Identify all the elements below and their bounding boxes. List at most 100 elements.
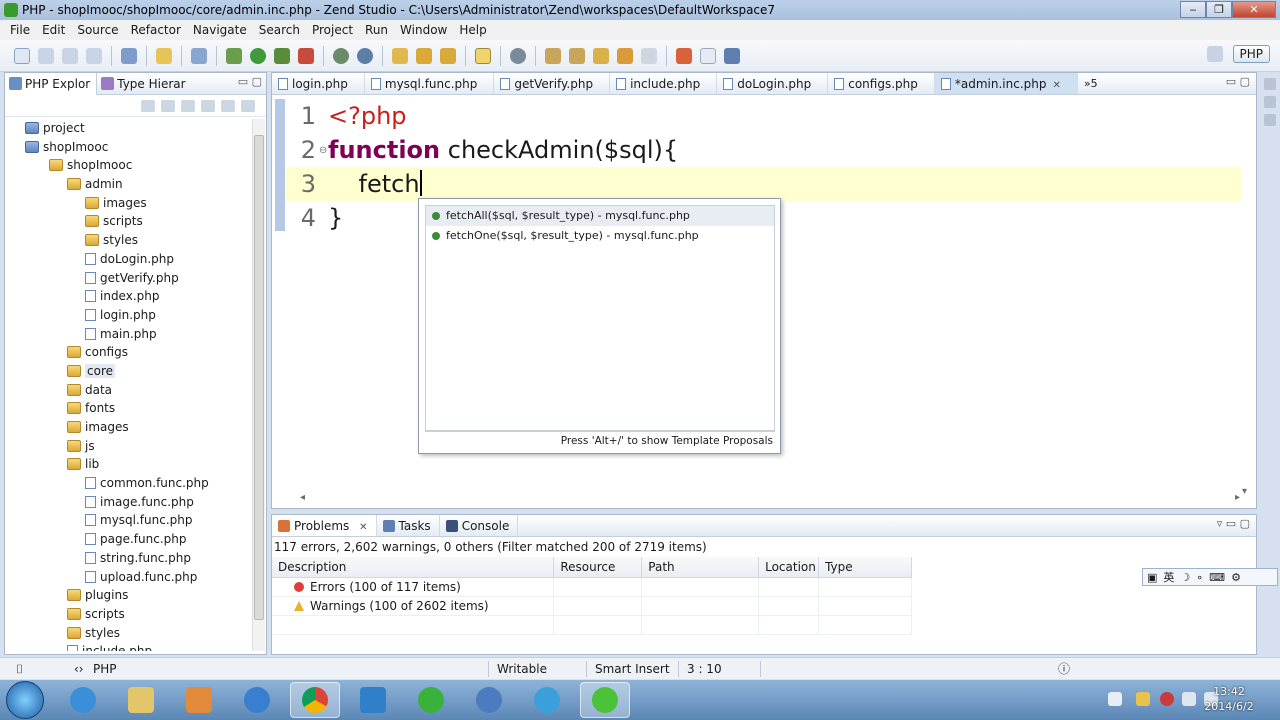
tree-item[interactable]: getVerify.php — [5, 269, 254, 288]
external-tools-icon[interactable] — [298, 47, 314, 64]
sphere-icon[interactable] — [510, 47, 526, 64]
editor-tab-active[interactable]: *admin.inc.php ✕ — [934, 73, 1078, 94]
tree-item[interactable]: fonts — [5, 399, 254, 418]
print-icon[interactable] — [86, 47, 102, 64]
task-list-icon[interactable] — [1264, 96, 1276, 108]
taskbar-media[interactable] — [174, 682, 224, 718]
open-file-icon[interactable] — [416, 47, 432, 64]
editor-minmax-icon[interactable]: ▭ ▢ — [1226, 75, 1250, 88]
close-tab-icon[interactable]: ✕ — [359, 522, 367, 533]
pencil-icon[interactable] — [440, 47, 456, 64]
outline-icon[interactable] — [1264, 78, 1276, 90]
column-resource[interactable]: Resource — [553, 557, 643, 578]
update-icon[interactable]: ⓘ — [1058, 658, 1070, 680]
tree-item[interactable]: common.func.php — [5, 474, 254, 493]
forward-arrow-icon[interactable] — [641, 47, 657, 64]
maximize-button[interactable]: ❐ — [1206, 1, 1232, 18]
editor-tab[interactable]: include.php — [610, 73, 718, 94]
ime-settings-icon[interactable]: ⚙ — [1231, 571, 1241, 584]
problems-view-menu-icon[interactable]: ▿ ▭ ▢ — [1217, 517, 1250, 530]
tools-icon[interactable] — [676, 47, 692, 64]
tree-item[interactable]: project — [5, 119, 254, 138]
tray-shield-icon[interactable] — [1136, 692, 1150, 706]
taskbar-globe-app[interactable] — [464, 682, 514, 718]
tree-item[interactable]: shopImooc — [5, 138, 254, 157]
tray-clock[interactable]: 13:42 2014/6/2 — [1204, 684, 1254, 714]
scroll-left-icon[interactable]: ◂ — [300, 492, 305, 503]
window-icon[interactable] — [700, 47, 716, 64]
profile-icon[interactable] — [274, 47, 290, 64]
tree-item[interactable]: doLogin.php — [5, 250, 254, 269]
tree-item[interactable]: lib — [5, 455, 254, 474]
restore-icon[interactable] — [1264, 114, 1276, 126]
new-icon[interactable] — [14, 47, 30, 64]
editor-tab[interactable]: login.php — [272, 73, 365, 94]
tab-tasks[interactable]: Tasks — [377, 515, 440, 536]
tree-item[interactable]: index.php — [5, 287, 254, 306]
explorer-scrollbar[interactable] — [252, 119, 265, 651]
tree-item[interactable]: configs — [5, 343, 254, 362]
tree-item[interactable]: core — [5, 362, 254, 381]
start-button[interactable] — [6, 681, 44, 719]
editor-horizontal-scrollbar[interactable]: ◂ ▸ — [300, 492, 1240, 506]
taskbar-chrome[interactable] — [290, 682, 340, 718]
mark-occurrences-icon[interactable] — [475, 47, 491, 64]
back-icon[interactable] — [141, 99, 155, 112]
table-row[interactable]: Warnings (100 of 2602 items) — [272, 596, 912, 616]
save-icon[interactable] — [38, 47, 54, 64]
tree-item[interactable]: data — [5, 381, 254, 400]
taskbar-green-app[interactable] — [406, 682, 456, 718]
tree-item[interactable]: styles — [5, 624, 254, 643]
tab-php-explorer[interactable]: PHP Explor — [5, 72, 98, 95]
explorer-scroll-thumb[interactable] — [254, 135, 264, 620]
explorer-minmax-icon[interactable]: ▭ ▢ — [238, 75, 262, 88]
menu-file[interactable]: File — [4, 23, 36, 37]
breadcrumb[interactable]: PHP — [93, 658, 117, 680]
proposal-item[interactable]: fetchAll($sql, $result_type) - mysql.fun… — [426, 206, 774, 226]
php-perspective-button[interactable]: PHP — [1232, 45, 1270, 63]
tree-item[interactable]: page.func.php — [5, 530, 254, 549]
taskbar-ie[interactable] — [58, 682, 108, 718]
tree-item[interactable]: images — [5, 194, 254, 213]
tree-item[interactable]: scripts — [5, 605, 254, 624]
tree-item[interactable]: admin — [5, 175, 254, 194]
globe-icon[interactable] — [357, 47, 373, 64]
tray-network-icon[interactable] — [1182, 692, 1196, 706]
column-type[interactable]: Type — [818, 557, 912, 578]
tree-item[interactable]: mysql.func.php — [5, 511, 254, 530]
editor-tab[interactable]: mysql.func.php — [365, 73, 495, 94]
menu-help[interactable]: Help — [453, 23, 492, 37]
ime-moon-icon[interactable]: ☽ — [1180, 571, 1190, 584]
close-tab-icon[interactable]: ✕ — [1052, 80, 1060, 91]
tab-type-hierarchy[interactable]: Type Hierar — [97, 73, 191, 95]
tab-problems[interactable]: Problems ✕ — [272, 515, 377, 536]
editor-tab[interactable]: configs.php — [828, 73, 935, 94]
code-line[interactable]: 1 <?php — [286, 99, 1241, 133]
proposal-item[interactable]: fetchOne($sql, $result_type) - mysql.fun… — [426, 226, 774, 246]
tab-console[interactable]: Console — [440, 515, 519, 536]
ime-logo-icon[interactable]: ▣ — [1147, 571, 1157, 584]
ime-keyboard-icon[interactable]: ⌨ — [1209, 571, 1225, 584]
menu-search[interactable]: Search — [253, 23, 306, 37]
tray-record-icon[interactable] — [1160, 692, 1174, 706]
taskbar-cloud-app[interactable] — [522, 682, 572, 718]
view-menu-icon[interactable] — [241, 99, 255, 112]
column-path[interactable]: Path — [641, 557, 760, 578]
search-icon[interactable] — [191, 47, 207, 64]
menu-project[interactable]: Project — [306, 23, 359, 37]
menu-window[interactable]: Window — [394, 23, 453, 37]
tab-overflow-button[interactable]: »5 — [1078, 73, 1104, 94]
last-edit-icon[interactable] — [593, 47, 609, 64]
save-all-icon[interactable] — [62, 47, 78, 64]
tree-item[interactable]: plugins — [5, 586, 254, 605]
tree-item[interactable]: styles — [5, 231, 254, 250]
php-project-icon[interactable] — [156, 47, 172, 64]
forward-icon[interactable] — [161, 99, 175, 112]
back-arrow-icon[interactable] — [617, 47, 633, 64]
open-folder-icon[interactable] — [392, 47, 408, 64]
up-icon[interactable] — [181, 99, 195, 112]
status-left-icon[interactable]: ⌷ — [16, 658, 23, 680]
tree-item[interactable]: image.func.php — [5, 493, 254, 512]
menu-edit[interactable]: Edit — [36, 23, 71, 37]
debug-icon[interactable] — [226, 47, 242, 64]
